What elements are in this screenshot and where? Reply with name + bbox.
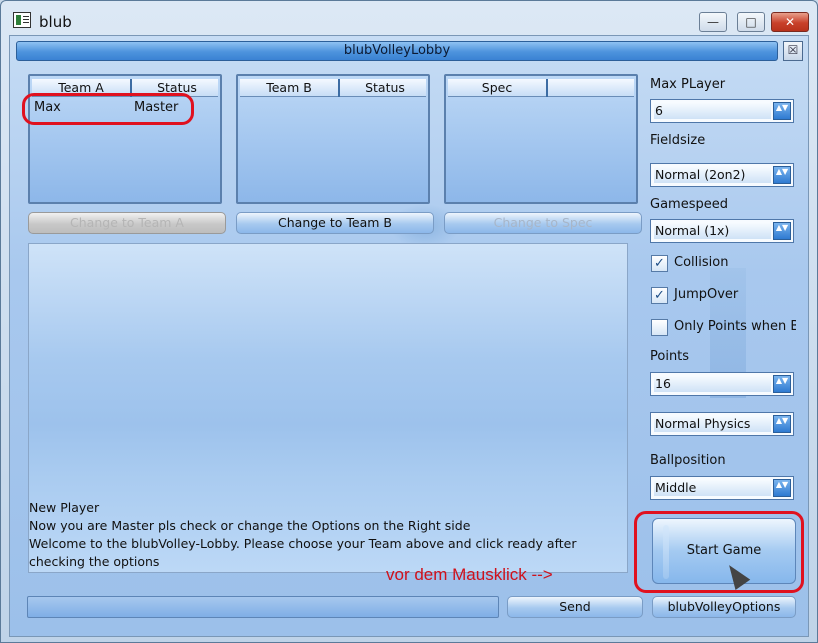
physics-value: Normal Physics <box>654 416 771 432</box>
spectator-list[interactable]: Spec <box>444 74 638 204</box>
column-header-empty[interactable] <box>550 79 636 97</box>
collision-label: Collision <box>674 255 729 270</box>
points-value: 16 <box>654 376 771 392</box>
change-to-spec-button[interactable]: Change to Spec <box>444 212 642 234</box>
points-label: Points <box>650 349 690 364</box>
close-button[interactable]: ✕ <box>771 12 809 32</box>
minimize-button[interactable]: — <box>699 12 727 32</box>
chat-input[interactable] <box>27 596 499 618</box>
max-player-value: 6 <box>654 103 771 119</box>
change-to-team-b-button[interactable]: Change to Team B <box>236 212 434 234</box>
window-title: blub <box>39 13 72 31</box>
chat-line: New Player <box>29 500 100 515</box>
spin-arrows-icon[interactable]: ▲▼ <box>773 102 791 120</box>
window-titlebar[interactable]: blub — □ ✕ <box>1 1 817 35</box>
collision-checkbox[interactable]: ✓ <box>651 255 668 272</box>
gamespeed-label: Gamespeed <box>650 197 728 212</box>
highlight-annotation <box>22 93 194 125</box>
change-to-team-a-button[interactable]: Change to Team A <box>28 212 226 234</box>
team-b-list[interactable]: Team B Status <box>236 74 430 204</box>
spin-arrows-icon[interactable]: ▲▼ <box>773 166 791 184</box>
points-select[interactable]: 16 ▲▼ <box>650 372 794 396</box>
ballposition-label: Ballposition <box>650 453 726 468</box>
spin-arrows-icon[interactable]: ▲▼ <box>773 415 791 433</box>
team-b-header: Team B Status <box>240 79 426 97</box>
lobby-title-bar[interactable]: blubVolleyLobby <box>16 41 778 61</box>
send-button[interactable]: Send <box>507 596 643 618</box>
column-header-team-b[interactable]: Team B <box>240 79 340 97</box>
physics-select[interactable]: Normal Physics ▲▼ <box>650 412 794 436</box>
chat-messages: New Player Now you are Master pls check … <box>29 499 577 571</box>
app-window: blub — □ ✕ blubVolleyLobby ☒ Team A Stat… <box>0 0 818 643</box>
spin-arrows-icon[interactable]: ▲▼ <box>773 222 791 240</box>
lobby-client-area: blubVolleyLobby ☒ Team A Status Max Mast… <box>9 35 809 637</box>
ballposition-select[interactable]: Middle ▲▼ <box>650 476 794 500</box>
fieldsize-label: Fieldsize <box>650 133 706 148</box>
jumpover-checkbox[interactable]: ✓ <box>651 287 668 304</box>
max-player-label: Max PLayer <box>650 77 726 92</box>
max-player-select[interactable]: 6 ▲▼ <box>650 99 794 123</box>
spin-arrows-icon[interactable]: ▲▼ <box>773 479 791 497</box>
column-header-spec[interactable]: Spec <box>448 79 548 97</box>
annotation-note: vor dem Mausklick --> <box>386 565 553 584</box>
chat-line: Now you are Master pls check or change t… <box>29 518 471 533</box>
chat-log[interactable]: New Player Now you are Master pls check … <box>28 243 628 573</box>
ballposition-value: Middle <box>654 480 771 496</box>
gamespeed-select[interactable]: Normal (1x) ▲▼ <box>650 219 794 243</box>
only-points-checkbox-row[interactable]: Only Points when Bc <box>650 318 796 340</box>
spec-header: Spec <box>448 79 634 97</box>
app-icon <box>13 12 31 28</box>
options-button[interactable]: blubVolleyOptions <box>652 596 796 618</box>
only-points-checkbox[interactable] <box>651 319 668 336</box>
gamespeed-value: Normal (1x) <box>654 223 771 239</box>
fieldsize-select[interactable]: Normal (2on2) ▲▼ <box>650 163 794 187</box>
spin-arrows-icon[interactable]: ▲▼ <box>773 375 791 393</box>
column-header-status[interactable]: Status <box>342 79 428 97</box>
fieldsize-value: Normal (2on2) <box>654 167 771 183</box>
lobby-close-icon[interactable]: ☒ <box>783 41 803 61</box>
only-points-label: Only Points when Bc <box>674 319 796 334</box>
jumpover-label: JumpOver <box>674 287 739 302</box>
chat-line: Welcome to the blubVolley-Lobby. Please … <box>29 536 577 551</box>
maximize-button[interactable]: □ <box>737 12 765 32</box>
